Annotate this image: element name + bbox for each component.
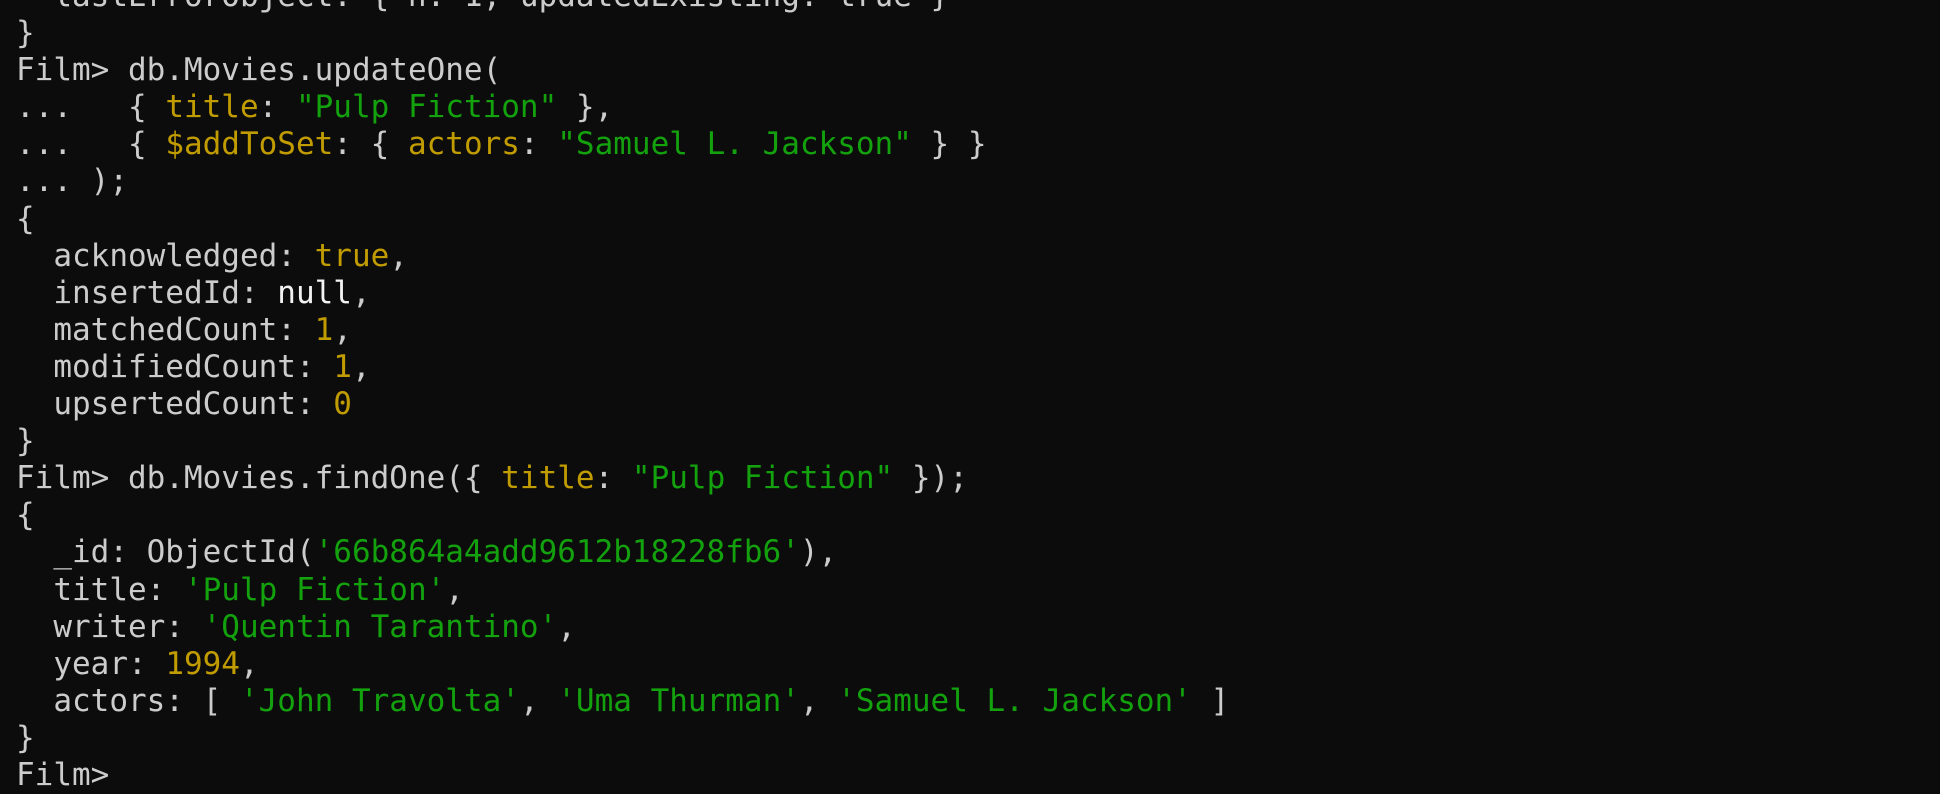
shell-prompt: Film>: [16, 756, 128, 793]
output-text: title:: [16, 571, 184, 608]
terminal-line: ... { title: "Pulp Fiction" },: [16, 89, 1229, 126]
output-text: ... );: [16, 163, 128, 200]
output-text: upsertedCount:: [16, 386, 334, 423]
output-text: year:: [16, 645, 166, 682]
output-text: ),: [799, 534, 838, 571]
output-text: {: [16, 497, 35, 534]
terminal-line: modifiedCount: 1,: [16, 349, 1229, 386]
output-text: ,: [239, 645, 259, 682]
terminal-line: }: [16, 423, 1229, 460]
terminal-line: acknowledged: true,: [16, 238, 1229, 275]
terminal-line: {: [16, 201, 1229, 238]
terminal-line: insertedId: null,: [16, 275, 1229, 312]
output-text: }: [16, 719, 35, 756]
number-value: 1994: [165, 645, 240, 682]
output-text: ,: [389, 237, 408, 274]
string-value: 'Quentin Tarantino': [202, 608, 558, 645]
boolean-value: true: [314, 237, 390, 274]
string-value: "Samuel L. Jackson": [557, 126, 912, 163]
terminal-line: {: [16, 497, 1229, 534]
output-text: ,: [445, 571, 464, 608]
output-text: ,: [351, 348, 371, 385]
output-text: } }: [911, 126, 987, 163]
terminal-line: _id: ObjectId('66b864a4add9612b18228fb6'…: [16, 534, 1229, 571]
terminal-window[interactable]: lastErrorObject: { n: 1, updatedExisting…: [0, 0, 1940, 794]
number-value: 0: [333, 386, 352, 423]
terminal-line: }: [16, 720, 1229, 757]
string-value: 'Uma Thurman': [557, 682, 800, 719]
output-text: }: [16, 15, 35, 52]
terminal-output: lastErrorObject: { n: 1, updatedExisting…: [16, 0, 1229, 794]
output-text: :: [594, 460, 632, 497]
terminal-line: Film> db.Movies.findOne({ title: "Pulp F…: [16, 460, 1229, 497]
terminal-input-line[interactable]: Film>: [16, 757, 1229, 794]
terminal-line: lastErrorObject: { n: 1, updatedExisting…: [16, 0, 1229, 15]
output-text: ,: [799, 682, 838, 719]
string-value: "Pulp Fiction": [295, 89, 558, 126]
number-value: 1: [314, 311, 334, 348]
field-key: title: [165, 89, 259, 126]
terminal-line: year: 1994,: [16, 646, 1229, 683]
output-text: ,: [351, 274, 371, 311]
string-value: "Pulp Fiction": [631, 460, 894, 497]
terminal-line: matchedCount: 1,: [16, 312, 1229, 349]
terminal-line: writer: 'Quentin Tarantino',: [16, 609, 1229, 646]
terminal-line: actors: [ 'John Travolta', 'Uma Thurman'…: [16, 683, 1229, 720]
output-text: : {: [333, 126, 408, 163]
string-value: 'Samuel L. Jackson': [837, 682, 1192, 719]
string-value: 'John Travolta': [239, 682, 520, 719]
output-text: db.Movies.updateOne(: [127, 52, 502, 89]
output-text: actors: [: [16, 682, 240, 719]
terminal-line: ... { $addToSet: { actors: "Samuel L. Ja…: [16, 126, 1229, 163]
output-text: ,: [519, 682, 558, 719]
field-key: actors: [407, 126, 520, 163]
output-text: ... {: [16, 89, 166, 126]
string-value: '66b864a4add9612b18228fb6': [314, 534, 800, 571]
string-value: 'Pulp Fiction': [183, 571, 446, 608]
shell-prompt: Film>: [16, 460, 128, 497]
output-text: ... {: [16, 126, 166, 163]
output-text: matchedCount:: [16, 311, 315, 348]
output-text: ,: [557, 608, 576, 645]
output-text: acknowledged:: [16, 237, 315, 274]
output-text: insertedId:: [16, 274, 278, 311]
terminal-line: ... );: [16, 163, 1229, 200]
terminal-line: title: 'Pulp Fiction',: [16, 572, 1229, 609]
output-text: modifiedCount:: [16, 348, 334, 385]
output-text: :: [258, 89, 296, 126]
output-text: lastErrorObject: { n: 1, updatedExisting…: [16, 0, 949, 14]
shell-prompt: Film>: [16, 52, 128, 89]
number-value: 1: [333, 348, 352, 385]
output-text: _id: ObjectId(: [16, 534, 315, 571]
output-text: ,: [333, 311, 352, 348]
output-text: db.Movies.findOne({: [127, 460, 502, 497]
output-text: },: [557, 89, 614, 126]
output-text: :: [519, 126, 558, 163]
output-text: writer:: [16, 608, 203, 645]
terminal-line: }: [16, 15, 1229, 52]
null-value: null: [277, 274, 352, 311]
output-text: {: [16, 200, 35, 237]
terminal-line: Film> db.Movies.updateOne(: [16, 52, 1229, 89]
output-text: });: [893, 460, 968, 497]
terminal-line: upsertedCount: 0: [16, 386, 1229, 423]
output-text: ]: [1191, 682, 1230, 719]
field-key: title: [501, 460, 595, 497]
output-text: }: [16, 423, 35, 460]
field-key: $addToSet: [165, 126, 334, 163]
